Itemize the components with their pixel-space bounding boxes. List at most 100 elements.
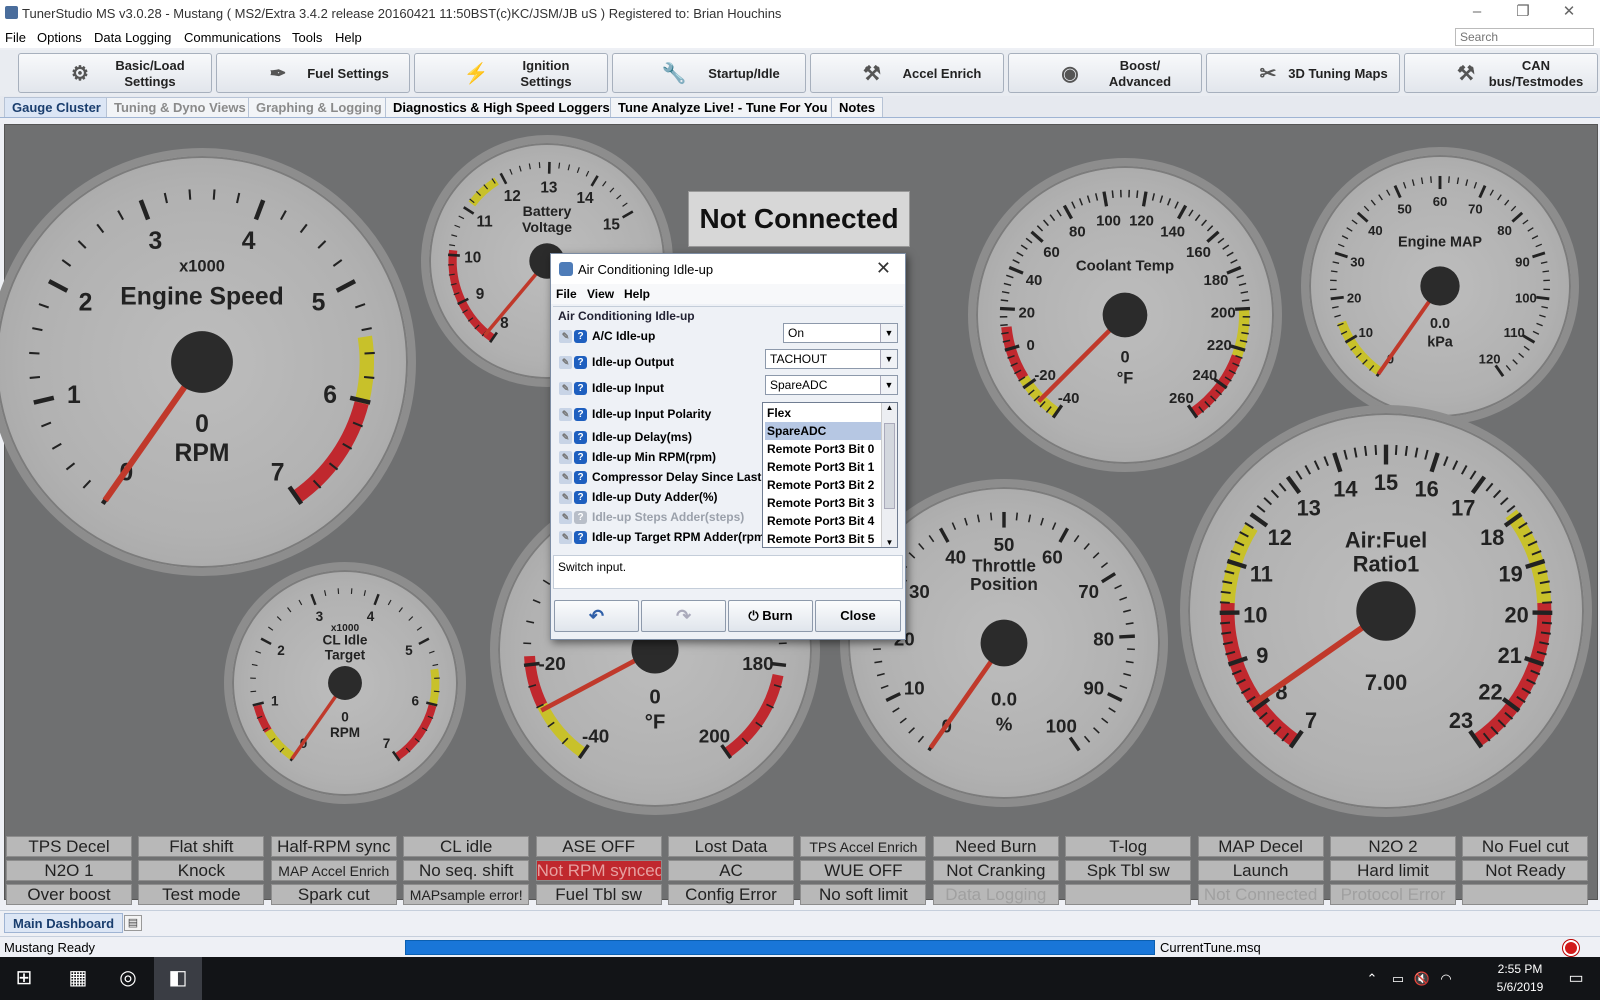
startup-idle-button[interactable]: 🔧 Startup/Idle <box>612 53 806 93</box>
menu-data-logging[interactable]: Data Logging <box>94 30 171 45</box>
dropdown-option[interactable]: Flex <box>765 404 881 422</box>
help-icon[interactable]: ? <box>574 330 587 344</box>
battery-icon[interactable]: ▭ <box>1386 957 1410 1000</box>
tab-tune-analyze-live[interactable]: Tune Analyze Live! - Tune For You <box>610 97 836 117</box>
dropdown-option[interactable]: Remote Port3 Bit 2 <box>765 476 881 494</box>
tunerstudio-taskbar-icon[interactable]: ◧ <box>154 957 202 1000</box>
help-icon[interactable]: ? <box>574 356 587 370</box>
dialog-close-icon[interactable]: ✕ <box>876 258 891 279</box>
menu-help[interactable]: Help <box>335 30 362 45</box>
field-row[interactable]: ✎? Idle-up Steps Adder(steps) <box>559 510 765 528</box>
field-label: Idle-up Min RPM(rpm) <box>592 450 716 464</box>
help-icon[interactable]: ? <box>574 471 587 485</box>
notifications-icon[interactable]: ▭ <box>1556 957 1596 1000</box>
gauge-tick <box>268 626 274 631</box>
field-row[interactable]: ✎? Idle-up Output <box>559 355 765 373</box>
wifi-icon[interactable]: ◠ <box>1434 957 1458 1000</box>
idle-up-input-select[interactable]: SpareADC ▼ <box>765 375 898 395</box>
restore-button[interactable]: ❐ <box>1500 0 1546 26</box>
tab-notes[interactable]: Notes <box>831 97 884 117</box>
edit-icon: ✎ <box>559 330 572 344</box>
stop-icon[interactable] <box>1563 940 1579 956</box>
scroll-down-icon[interactable]: ▼ <box>882 538 897 547</box>
indicator-empty <box>1462 884 1589 905</box>
field-row[interactable]: ✎? A/C Idle-up <box>559 329 765 347</box>
tab-tuning-dyno-views[interactable]: Tuning & Dyno Views <box>106 97 254 117</box>
dropdown-option[interactable]: Remote Port3 Bit 0 <box>765 440 881 458</box>
dropdown-option[interactable]: Remote Port3 Bit 5 <box>765 530 881 548</box>
volume-muted-icon[interactable]: 🔇 <box>1410 957 1434 1000</box>
gauge-hub <box>1102 292 1148 338</box>
gauge-tick-label: 100 <box>1515 291 1537 306</box>
dialog-menu-view[interactable]: View <box>587 287 614 301</box>
gauge-tick <box>1114 584 1122 590</box>
tab-gauge-cluster[interactable]: Gauge Cluster <box>4 97 109 117</box>
ignition-settings-button[interactable]: ⚡ Ignition Settings <box>414 53 608 93</box>
accel-enrich-button[interactable]: ⚒ Accel Enrich <box>810 53 1004 93</box>
menu-file[interactable]: File <box>5 30 26 45</box>
3d-tuning-maps-button[interactable]: ✂ 3D Tuning Maps <box>1206 53 1400 93</box>
field-row[interactable]: ✎? Idle-up Duty Adder(%) <box>559 490 765 508</box>
windows-start-icon[interactable]: ⊞ <box>0 957 48 1000</box>
menu-communications[interactable]: Communications <box>184 30 281 45</box>
ac-idle-up-value: On <box>788 326 805 340</box>
help-icon[interactable]: ? <box>574 531 587 545</box>
dropdown-option[interactable]: SpareADC <box>765 422 881 440</box>
fuel-settings-button[interactable]: ✒ Fuel Settings <box>216 53 410 93</box>
add-dashboard-icon[interactable]: ▤ <box>124 915 142 931</box>
close-window-button[interactable]: ✕ <box>1546 0 1592 26</box>
ac-idle-up-select[interactable]: On ▼ <box>783 323 898 343</box>
field-row[interactable]: ✎? Compressor Delay Since Last <box>559 470 765 488</box>
gauge-tick <box>1256 505 1266 513</box>
tab-graphing-logging[interactable]: Graphing & Logging <box>248 97 390 117</box>
gauge-tick <box>1025 237 1033 244</box>
gauge-tick <box>163 192 168 204</box>
redo-button[interactable]: ↷ <box>641 600 726 632</box>
edit-icon: ✎ <box>559 511 572 525</box>
dropdown-scrollbar[interactable]: ▲ ▼ <box>881 403 897 547</box>
field-row[interactable]: ✎? Idle-up Target RPM Adder(rpm <box>559 530 765 548</box>
boost-advanced-button[interactable]: ◉ Boost/ Advanced <box>1008 53 1202 93</box>
can-bus-testmodes-button[interactable]: ⚒ CAN bus/Testmodes <box>1404 53 1598 93</box>
menu-options[interactable]: Options <box>37 30 82 45</box>
tab-diagnostics[interactable]: Diagnostics & High Speed Loggers <box>385 97 618 117</box>
field-row[interactable]: ✎? Idle-up Input Polarity <box>559 407 765 425</box>
search-input[interactable] <box>1455 28 1594 46</box>
help-icon[interactable]: ? <box>574 408 587 422</box>
clock[interactable]: 2:55 PM 5/6/2019 <box>1485 960 1555 996</box>
scroll-thumb[interactable] <box>884 423 895 509</box>
menu-tools[interactable]: Tools <box>292 30 322 45</box>
burn-button[interactable]: ⏻ Burn <box>728 600 813 632</box>
gauge-tick <box>1337 243 1345 248</box>
gauge-tick <box>1370 199 1376 206</box>
dialog-menu-help[interactable]: Help <box>624 287 650 301</box>
idle-up-output-select[interactable]: TACHOUT ▼ <box>765 349 898 369</box>
dialog-menu-file[interactable]: File <box>556 287 577 301</box>
chrome-icon[interactable]: ◎ <box>104 957 152 1000</box>
field-label: Idle-up Duty Adder(%) <box>592 490 718 504</box>
dropdown-option[interactable]: Remote Port3 Bit 1 <box>765 458 881 476</box>
help-icon[interactable]: ? <box>574 382 587 396</box>
basic-load-settings-button[interactable]: ⚙ Basic/Load Settings <box>18 53 212 93</box>
field-row[interactable]: ✎? Idle-up Delay(ms) <box>559 430 765 448</box>
help-icon[interactable]: ? <box>574 451 587 465</box>
help-icon[interactable]: ? <box>574 491 587 505</box>
crossed-tools-icon: ✂ <box>1259 63 1277 85</box>
gauge-tick <box>82 479 92 489</box>
gauge-tick <box>1016 251 1024 257</box>
dropdown-option[interactable]: Remote Port3 Bit 4 <box>765 512 881 530</box>
indicator-tps-accel-enrich: TPS Accel Enrich <box>800 836 927 857</box>
dropdown-option[interactable]: Remote Port3 Bit 3 <box>765 494 881 512</box>
field-row[interactable]: ✎? Idle-up Input <box>559 381 765 399</box>
gauge-tick <box>609 187 615 193</box>
tab-main-dashboard[interactable]: Main Dashboard <box>4 913 124 933</box>
help-icon[interactable]: ? <box>574 431 587 445</box>
undo-button[interactable]: ↶ <box>554 600 639 632</box>
calculator-icon[interactable]: ▦ <box>54 957 102 1000</box>
minimize-button[interactable]: – <box>1454 0 1500 26</box>
chevron-up-icon[interactable]: ⌃ <box>1360 957 1384 1000</box>
scroll-up-icon[interactable]: ▲ <box>882 403 897 412</box>
close-button[interactable]: Close <box>815 600 901 632</box>
help-icon[interactable]: ? <box>574 511 587 525</box>
field-row[interactable]: ✎? Idle-up Min RPM(rpm) <box>559 450 765 468</box>
